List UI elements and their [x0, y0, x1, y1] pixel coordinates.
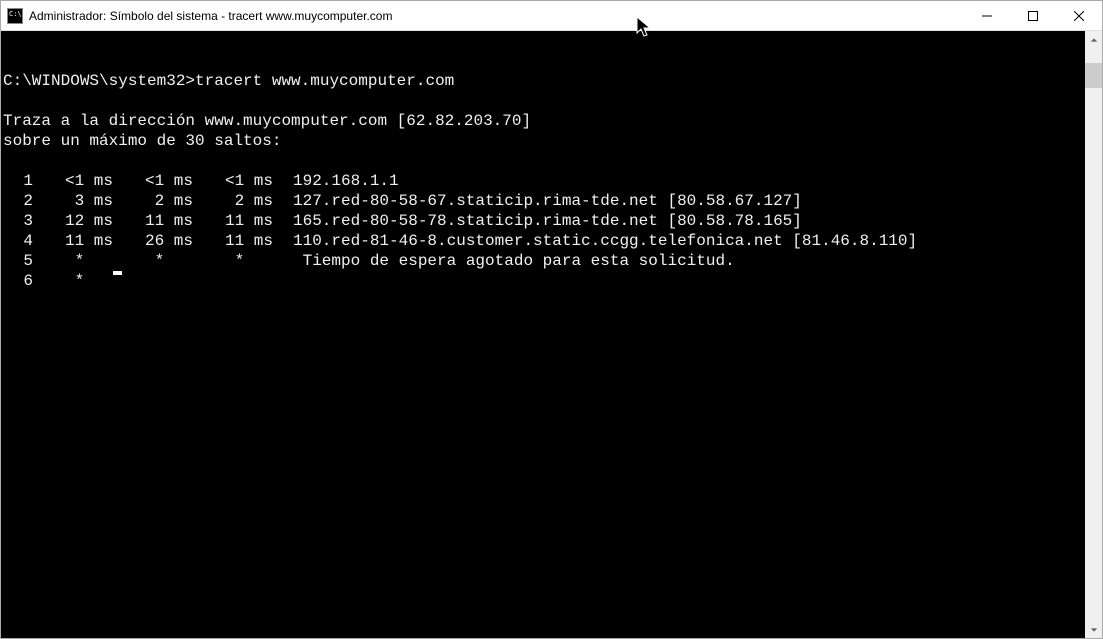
hop-time-2: 26 ms [113, 231, 193, 251]
hop-number: 5 [3, 251, 33, 271]
text-cursor [113, 271, 122, 275]
hop-row: 5* * * Tiempo de espera agotado para est… [3, 251, 1083, 271]
minimize-button[interactable] [964, 1, 1010, 30]
vertical-scrollbar[interactable] [1085, 31, 1102, 638]
close-button[interactable] [1056, 1, 1102, 30]
trace-header-line-2: sobre un máximo de 30 saltos: [3, 132, 281, 150]
chevron-down-icon [1090, 626, 1098, 634]
hop-host: Tiempo de espera agotado para esta solic… [273, 251, 735, 271]
hop-number: 2 [3, 191, 33, 211]
hop-time-2: * [113, 251, 193, 271]
hop-row: 1<1 ms<1 ms<1 ms192.168.1.1 [3, 171, 1083, 191]
hop-row: 6* [3, 271, 1083, 291]
hop-time-1: * [33, 271, 113, 291]
hop-row: 411 ms26 ms11 ms110.red-81-46-8.customer… [3, 231, 1083, 251]
minimize-icon [982, 11, 992, 21]
titlebar[interactable]: Administrador: Símbolo del sistema - tra… [1, 1, 1102, 31]
hop-row: 23 ms2 ms2 ms127.red-80-58-67.staticip.r… [3, 191, 1083, 211]
hop-row: 312 ms11 ms11 ms165.red-80-58-78.statici… [3, 211, 1083, 231]
scroll-track[interactable] [1085, 48, 1102, 621]
hop-host: 127.red-80-58-67.staticip.rima-tde.net [… [273, 191, 802, 211]
hop-host: 110.red-81-46-8.customer.static.ccgg.tel… [273, 231, 917, 251]
scroll-down-button[interactable] [1085, 621, 1102, 638]
hop-host: 165.red-80-58-78.staticip.rima-tde.net [… [273, 211, 802, 231]
chevron-up-icon [1090, 36, 1098, 44]
terminal-output[interactable]: C:\WINDOWS\system32>tracert www.muycompu… [1, 31, 1085, 638]
hop-time-3: 11 ms [193, 231, 273, 251]
scroll-thumb[interactable] [1085, 63, 1102, 88]
hop-number: 4 [3, 231, 33, 251]
scroll-up-button[interactable] [1085, 31, 1102, 48]
hop-time-1: 11 ms [33, 231, 113, 251]
cmd-icon [7, 8, 23, 24]
window-controls [964, 1, 1102, 30]
close-icon [1074, 11, 1084, 21]
hop-time-3: <1 ms [193, 171, 273, 191]
hop-time-3: 11 ms [193, 211, 273, 231]
hop-time-2: 11 ms [113, 211, 193, 231]
hop-time-3: 2 ms [193, 191, 273, 211]
hop-number: 6 [3, 271, 33, 291]
command-prompt-window: Administrador: Símbolo del sistema - tra… [0, 0, 1103, 639]
hop-time-1: <1 ms [33, 171, 113, 191]
hop-time-2: <1 ms [113, 171, 193, 191]
hop-number: 1 [3, 171, 33, 191]
window-title: Administrador: Símbolo del sistema - tra… [29, 9, 964, 23]
hop-time-2: 2 ms [113, 191, 193, 211]
hop-time-1: 12 ms [33, 211, 113, 231]
hop-number: 3 [3, 211, 33, 231]
trace-header-line-1: Traza a la dirección www.muycomputer.com… [3, 112, 531, 130]
hop-host: 192.168.1.1 [273, 171, 399, 191]
content-area: C:\WINDOWS\system32>tracert www.muycompu… [1, 31, 1102, 638]
hop-time-1: 3 ms [33, 191, 113, 211]
hop-time-3: * [193, 251, 273, 271]
hop-time-1: * [33, 251, 113, 271]
command-text: tracert www.muycomputer.com [195, 72, 454, 90]
maximize-button[interactable] [1010, 1, 1056, 30]
maximize-icon [1028, 11, 1038, 21]
prompt: C:\WINDOWS\system32> [3, 72, 195, 90]
